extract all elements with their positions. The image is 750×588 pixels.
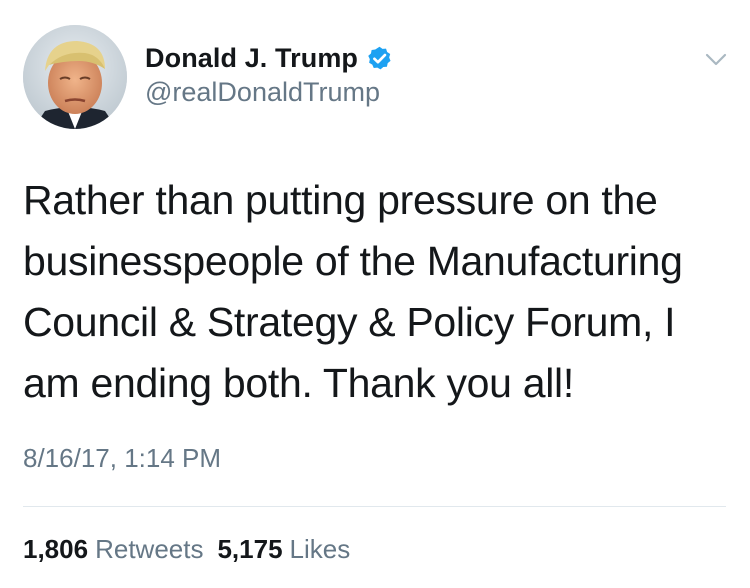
- tweet-stats: 1,806 Retweets 5,175 Likes: [23, 534, 364, 565]
- chevron-down-icon[interactable]: [703, 49, 729, 69]
- retweets-count: 1,806: [23, 534, 89, 564]
- tweet-timestamp[interactable]: 8/16/17, 1:14 PM: [23, 443, 221, 474]
- likes-label: Likes: [289, 534, 351, 564]
- author-name-row: Donald J. Trump: [145, 38, 393, 78]
- retweets-stat[interactable]: 1,806 Retweets: [23, 534, 203, 565]
- tweet-card: Donald J. Trump @realDonaldTrump Rather …: [0, 0, 750, 588]
- retweets-label: Retweets: [95, 534, 204, 564]
- verified-badge-icon: [366, 45, 393, 72]
- avatar-image: [23, 25, 127, 129]
- likes-count: 5,175: [217, 534, 283, 564]
- avatar[interactable]: [23, 25, 127, 129]
- tweet-text: Rather than putting pressure on the busi…: [23, 177, 683, 406]
- divider: [23, 506, 726, 507]
- likes-stat[interactable]: 5,175 Likes: [217, 534, 350, 565]
- display-name[interactable]: Donald J. Trump: [145, 43, 358, 74]
- author-handle[interactable]: @realDonaldTrump: [145, 77, 380, 108]
